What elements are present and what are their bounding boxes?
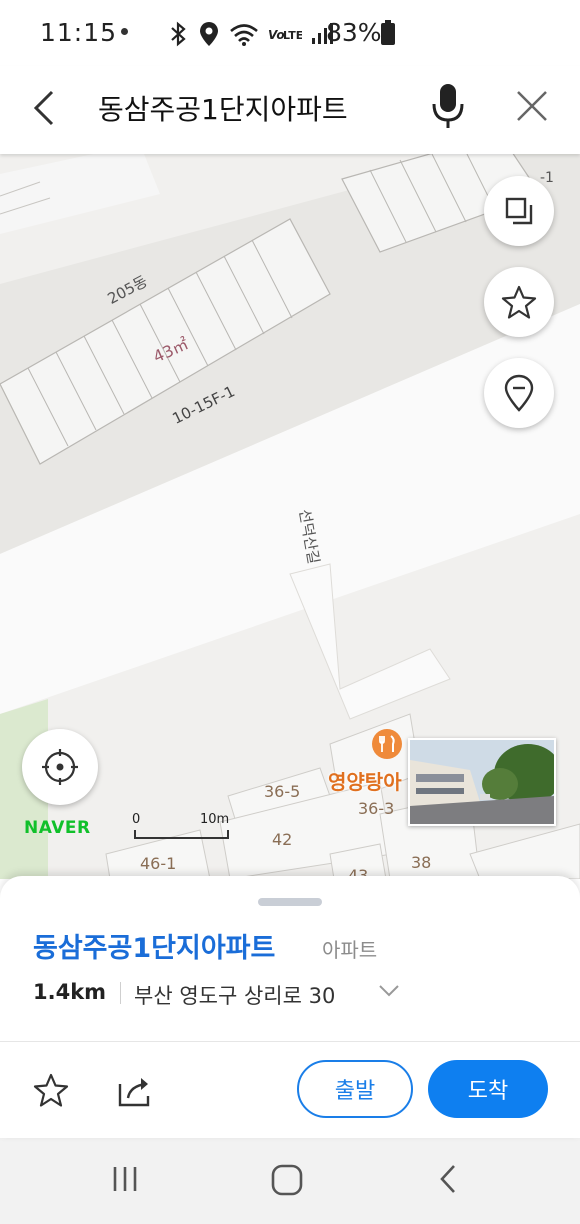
scale-distance: 10m: [200, 812, 230, 827]
status-icons: Vo LTE: [166, 16, 334, 52]
bluetooth-icon: [171, 21, 186, 47]
layers-button[interactable]: [484, 176, 554, 246]
place-distance: 1.4km: [33, 980, 107, 1004]
arrive-button[interactable]: 도착: [428, 1060, 548, 1118]
restaurant-poi-marker[interactable]: [372, 729, 402, 759]
locate-icon: [42, 749, 78, 785]
lot-38: 38: [411, 853, 432, 872]
search-query[interactable]: 동삼주공1단지아파트: [98, 88, 348, 128]
sheet-drag-handle[interactable]: [258, 898, 322, 906]
restaurant-poi-label[interactable]: 영양탕아: [328, 766, 402, 795]
place-address[interactable]: 부산 영도구 상리로 30: [134, 980, 335, 1010]
search-bar: 동삼주공1단지아파트: [0, 66, 580, 154]
layers-icon: [505, 197, 533, 225]
chevron-down-icon[interactable]: [378, 984, 400, 998]
mic-icon[interactable]: [428, 82, 468, 132]
place-pin-icon: [504, 374, 534, 412]
place-category: 아파트: [322, 938, 378, 962]
lot-46-1: 46-1: [140, 854, 177, 873]
restaurant-icon: [379, 735, 395, 752]
wifi-icon: [230, 24, 258, 46]
battery-icon: [381, 20, 395, 45]
favorite-map-button[interactable]: [484, 267, 554, 337]
close-icon[interactable]: [514, 88, 550, 124]
lot-42: 42: [272, 830, 293, 849]
street-view-image: [410, 740, 554, 824]
volte-icon: VoLTE: [268, 28, 302, 42]
scale-bar: [134, 830, 229, 839]
place-name[interactable]: 동삼주공1단지아파트: [33, 926, 275, 965]
map-view[interactable]: 205동 43㎡ 10-15F-1 선덕산길 -1 36-5 36-3 42 4…: [0, 154, 580, 879]
scale-zero: 0: [132, 812, 141, 827]
recent-apps-icon[interactable]: [108, 1162, 142, 1196]
status-bar: 11:15 Vo LTE 83%: [0, 0, 580, 66]
street-view-thumbnail[interactable]: [408, 738, 556, 826]
location-icon: [200, 22, 218, 46]
save-star-icon[interactable]: [32, 1072, 70, 1108]
sheet-divider: [0, 1041, 580, 1042]
status-time: 11:15: [40, 18, 118, 47]
svg-text:LTE: LTE: [283, 29, 302, 42]
naver-logo: NAVER: [24, 818, 91, 838]
info-divider: [120, 982, 121, 1004]
home-icon[interactable]: [269, 1162, 305, 1198]
place-info-sheet: 동삼주공1단지아파트 아파트 1.4km 부산 영도구 상리로 30 출발 도착: [0, 876, 580, 1138]
system-nav-bar: [0, 1138, 580, 1224]
share-icon[interactable]: [116, 1074, 154, 1108]
star-icon: [501, 285, 537, 319]
map-label-edge: -1: [540, 170, 554, 186]
battery-percent: 83%: [326, 18, 382, 47]
lot-36-3: 36-3: [358, 799, 395, 818]
depart-button[interactable]: 출발: [297, 1060, 413, 1118]
place-pin-button[interactable]: [484, 358, 554, 428]
back-arrow-icon[interactable]: [28, 88, 62, 128]
lot-36-5: 36-5: [264, 782, 301, 801]
back-nav-icon[interactable]: [432, 1162, 466, 1196]
notification-dot: [121, 28, 128, 35]
locate-button[interactable]: [22, 729, 98, 805]
